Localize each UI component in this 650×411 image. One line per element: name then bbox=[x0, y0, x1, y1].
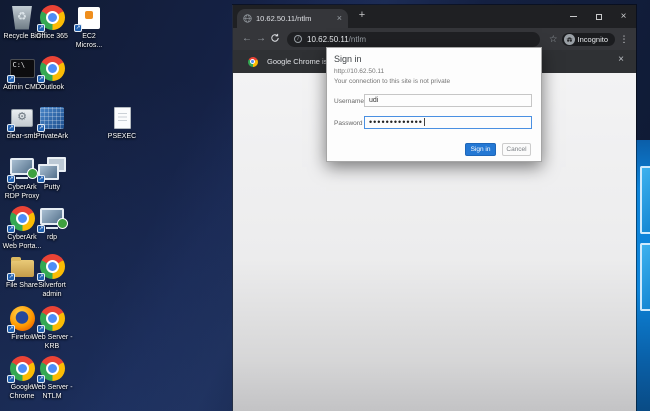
shortcut-arrow-badge: ↗ bbox=[7, 225, 15, 233]
password-label: Password bbox=[334, 120, 363, 127]
dialog-site-url: http://10.62.50.11 bbox=[334, 68, 384, 75]
windows-logo-pane bbox=[640, 166, 650, 234]
shortcut-arrow-badge: ↗ bbox=[7, 75, 15, 83]
shortcut-arrow-badge: ↗ bbox=[7, 273, 15, 281]
titlebar[interactable]: 10.62.50.11/ntlm × + × bbox=[233, 5, 636, 28]
desktop-icon-label: Silverfort admin bbox=[31, 282, 73, 299]
shortcut-arrow-badge: ↗ bbox=[7, 325, 15, 333]
desktop-icon-label: PrivateArk bbox=[31, 133, 73, 142]
desktop-icon-putty[interactable]: ↗Putty bbox=[31, 155, 73, 193]
ec2-micros-icon-art: ↗ bbox=[72, 4, 106, 31]
desktop-icon-label: Putty bbox=[31, 184, 73, 193]
infobar-close-icon[interactable]: × bbox=[618, 54, 624, 65]
signin-button[interactable]: Sign in bbox=[465, 143, 496, 156]
shortcut-arrow-badge: ↗ bbox=[37, 24, 45, 32]
tab-close-icon[interactable]: × bbox=[337, 14, 342, 23]
dialog-buttons: Sign in Cancel bbox=[465, 143, 531, 156]
chrome-logo-icon bbox=[248, 57, 258, 67]
desktop-icon-ec2-micros[interactable]: ↗EC2 Micros... bbox=[68, 4, 110, 50]
maximize-button[interactable] bbox=[586, 5, 611, 28]
putty-icon-art: ↗ bbox=[35, 155, 69, 182]
cancel-button[interactable]: Cancel bbox=[502, 143, 531, 156]
password-field[interactable]: ••••••••••••• bbox=[364, 116, 532, 129]
shortcut-arrow-badge: ↗ bbox=[37, 75, 45, 83]
windows-logo-pane bbox=[640, 243, 650, 311]
desktop-icon-psexec[interactable]: PSEXEC bbox=[101, 104, 143, 142]
tab-title: 10.62.50.11/ntlm bbox=[256, 14, 311, 23]
shortcut-arrow-badge: ↗ bbox=[37, 375, 45, 383]
close-button[interactable]: × bbox=[611, 5, 636, 28]
psexec-icon bbox=[114, 107, 131, 129]
signin-dialog: Sign in http://10.62.50.11 Your connecti… bbox=[326, 47, 542, 162]
username-label: Username bbox=[334, 98, 364, 105]
menu-dots-icon[interactable]: ⋮ bbox=[619, 34, 629, 45]
url-path: /ntlm bbox=[349, 35, 366, 44]
back-icon[interactable]: ← bbox=[240, 34, 254, 44]
desktop-icon-outlook[interactable]: ↗Outlook bbox=[31, 55, 73, 93]
username-value: udi bbox=[369, 97, 378, 104]
tab-favicon-globe-icon bbox=[243, 14, 252, 23]
desktop-icon-web-server-krb[interactable]: ↗Web Server - KRB bbox=[31, 305, 73, 351]
dialog-title: Sign in bbox=[334, 54, 362, 64]
incognito-label: Incognito bbox=[578, 35, 608, 44]
recycle-icon bbox=[12, 6, 32, 30]
desktop-icon-rdp[interactable]: ↗rdp bbox=[31, 205, 73, 243]
desktop-icon-label: Office 365 bbox=[31, 33, 73, 42]
dialog-privacy-warning: Your connection to this site is not priv… bbox=[334, 78, 450, 85]
minimize-button[interactable] bbox=[561, 5, 586, 28]
web-server-krb-icon-art: ↗ bbox=[35, 305, 69, 332]
chrome-window: 10.62.50.11/ntlm × + × ← → i 10.62.50.1 bbox=[233, 5, 636, 411]
web-server-ntlm-icon-art: ↗ bbox=[35, 355, 69, 382]
desktop-icon-label: EC2 Micros... bbox=[68, 33, 110, 50]
desktop-screen: Recycle Bin↗Office 365↗EC2 Micros...↗Adm… bbox=[0, 0, 650, 411]
incognito-badge: Incognito bbox=[562, 33, 615, 46]
reload-icon[interactable] bbox=[268, 33, 282, 46]
browser-tab[interactable]: 10.62.50.11/ntlm × bbox=[237, 9, 348, 28]
office-365-icon-art: ↗ bbox=[35, 4, 69, 31]
desktop-icon-label: Web Server - KRB bbox=[31, 334, 73, 351]
shortcut-arrow-badge: ↗ bbox=[37, 225, 45, 233]
desktop-icon-silverfort-admin[interactable]: ↗Silverfort admin bbox=[31, 253, 73, 299]
outlook-icon-art: ↗ bbox=[35, 55, 69, 82]
site-info-icon[interactable]: i bbox=[294, 35, 302, 43]
privateark-icon-art: ↗ bbox=[35, 104, 69, 131]
shortcut-arrow-badge: ↗ bbox=[7, 375, 15, 383]
minimize-icon bbox=[570, 16, 577, 17]
psexec-icon-art bbox=[105, 104, 139, 131]
windows-logo-wallpaper bbox=[635, 140, 650, 411]
shortcut-arrow-badge: ↗ bbox=[74, 24, 82, 32]
desktop-icon-web-server-ntlm[interactable]: ↗Web Server - NTLM bbox=[31, 355, 73, 401]
shortcut-arrow-badge: ↗ bbox=[37, 124, 45, 132]
address-bar[interactable]: i 10.62.50.11 /ntlm bbox=[287, 32, 540, 47]
bookmark-star-icon[interactable]: ☆ bbox=[549, 34, 558, 45]
desktop-icon-label: Outlook bbox=[31, 84, 73, 93]
username-field[interactable]: udi bbox=[364, 94, 532, 107]
silverfort-admin-icon-art: ↗ bbox=[35, 253, 69, 280]
text-cursor bbox=[424, 118, 425, 126]
maximize-icon bbox=[596, 14, 602, 20]
forward-icon[interactable]: → bbox=[254, 34, 268, 44]
desktop-icon-label: rdp bbox=[31, 234, 73, 243]
shortcut-arrow-badge: ↗ bbox=[37, 273, 45, 281]
new-tab-button[interactable]: + bbox=[355, 8, 369, 22]
desktop-icon-label: PSEXEC bbox=[101, 133, 143, 142]
shortcut-arrow-badge: ↗ bbox=[7, 175, 15, 183]
url-host: 10.62.50.11 bbox=[307, 35, 349, 44]
password-masked-value: ••••••••••••• bbox=[369, 118, 423, 127]
desktop-icon-label: Web Server - NTLM bbox=[31, 384, 73, 401]
incognito-icon bbox=[564, 34, 575, 45]
desktop-icon-office-365[interactable]: ↗Office 365 bbox=[31, 4, 73, 42]
rdp-icon-art: ↗ bbox=[35, 205, 69, 232]
window-controls: × bbox=[561, 5, 636, 28]
shortcut-arrow-badge: ↗ bbox=[7, 124, 15, 132]
monitor-icon bbox=[40, 208, 64, 225]
desktop-icon-privateark[interactable]: ↗PrivateArk bbox=[31, 104, 73, 142]
shortcut-arrow-badge: ↗ bbox=[37, 175, 45, 183]
shortcut-arrow-badge: ↗ bbox=[37, 325, 45, 333]
